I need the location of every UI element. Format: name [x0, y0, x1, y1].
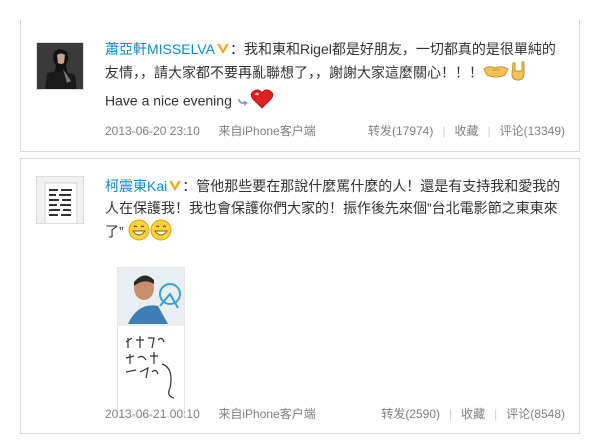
post-meta: 2013-06-21 00:10 来自iPhone客户端 转发(2590) | 收藏…	[105, 406, 565, 422]
handshake-emoji-icon	[483, 61, 509, 87]
comment-button[interactable]: 评论(13349)	[500, 124, 565, 138]
divider: |	[487, 124, 491, 138]
colon: ：	[182, 178, 197, 194]
favorite-button[interactable]: 收藏	[454, 124, 478, 138]
post-content: 柯震東Kai ：管他那些要在那說什麼罵什麼的人！還是有支持我和愛我的人在保護我！我…	[105, 175, 565, 247]
feed-item: 柯震東Kai ：管他那些要在那說什麼罵什麼的人！還是有支持我和愛我的人在保護我！我…	[20, 158, 580, 434]
source-link[interactable]: 来自iPhone客户端	[218, 123, 315, 139]
verified-badge-icon	[216, 40, 230, 54]
post-actions: 转发(2590) | 收藏 | 评论(8548)	[381, 406, 565, 422]
rock-hand-emoji-icon	[509, 60, 529, 88]
post-image-thumbnail[interactable]	[117, 267, 185, 417]
post-content: 蕭亞軒MISSELVA ：我和東和Rigel都是好朋友，一切都真的是很單純的友情，…	[105, 38, 565, 116]
source-link[interactable]: 来自iPhone客户端	[218, 406, 315, 422]
heart-emoji-icon	[250, 88, 274, 116]
username-link[interactable]: 蕭亞軒MISSELVA	[105, 41, 215, 57]
colon: ：	[229, 41, 244, 57]
post-actions: 转发(17974) | 收藏 | 评论(13349)	[368, 123, 565, 139]
repost-button[interactable]: 转发(17974)	[368, 124, 433, 138]
username-link[interactable]: 柯震東Kai	[105, 178, 167, 194]
comment-button[interactable]: 评论(8548)	[506, 407, 565, 421]
post-text-tail: Have a nice evening	[105, 92, 232, 109]
avatar[interactable]	[36, 176, 84, 224]
post-meta: 2013-06-20 23:10 来自iPhone客户端 转发(17974) | 收…	[105, 123, 565, 139]
divider: |	[494, 407, 498, 421]
timestamp-link[interactable]: 2013-06-20 23:10	[105, 123, 215, 139]
grin-emoji-icon	[128, 219, 150, 247]
repost-button[interactable]: 转发(2590)	[381, 407, 440, 421]
arrow-emoji-icon	[236, 91, 250, 113]
feed-item: 蕭亞軒MISSELVA ：我和東和Rigel都是好朋友，一切都真的是很單純的友情，…	[20, 20, 580, 152]
verified-badge-icon	[168, 177, 182, 191]
favorite-button[interactable]: 收藏	[461, 407, 485, 421]
avatar[interactable]	[36, 42, 84, 90]
timestamp-link[interactable]: 2013-06-21 00:10	[105, 406, 215, 422]
grin-emoji-icon	[150, 219, 172, 247]
divider: |	[449, 407, 453, 421]
divider: |	[442, 124, 446, 138]
